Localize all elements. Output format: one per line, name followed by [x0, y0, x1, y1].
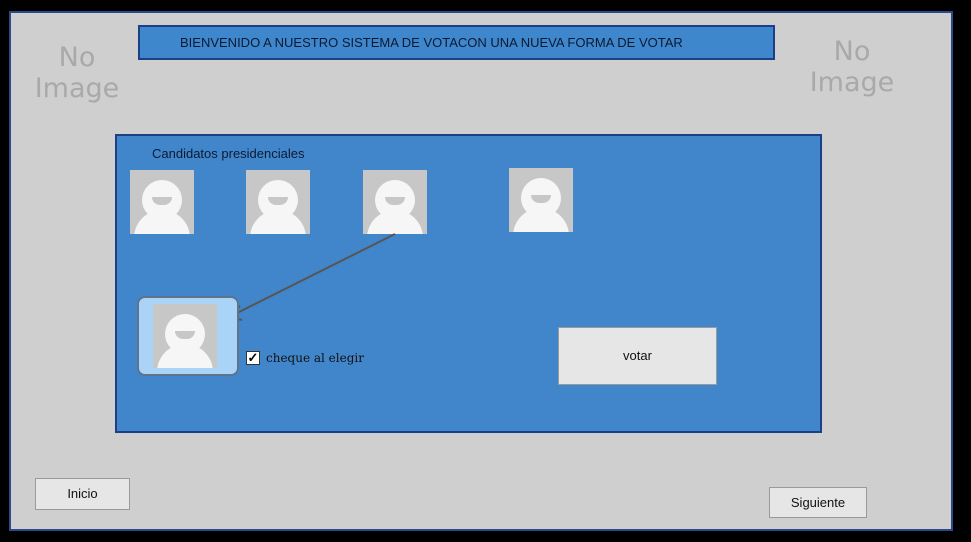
checkbox-label: cheque al elegir	[266, 351, 364, 365]
vote-button[interactable]: votar	[558, 327, 717, 385]
next-button[interactable]: Siguiente	[769, 487, 867, 518]
choose-checkbox[interactable]: ✓	[246, 351, 260, 365]
selected-candidate-avatar	[153, 304, 217, 368]
start-button[interactable]: Inicio	[35, 478, 130, 510]
selection-arrow	[227, 233, 396, 321]
